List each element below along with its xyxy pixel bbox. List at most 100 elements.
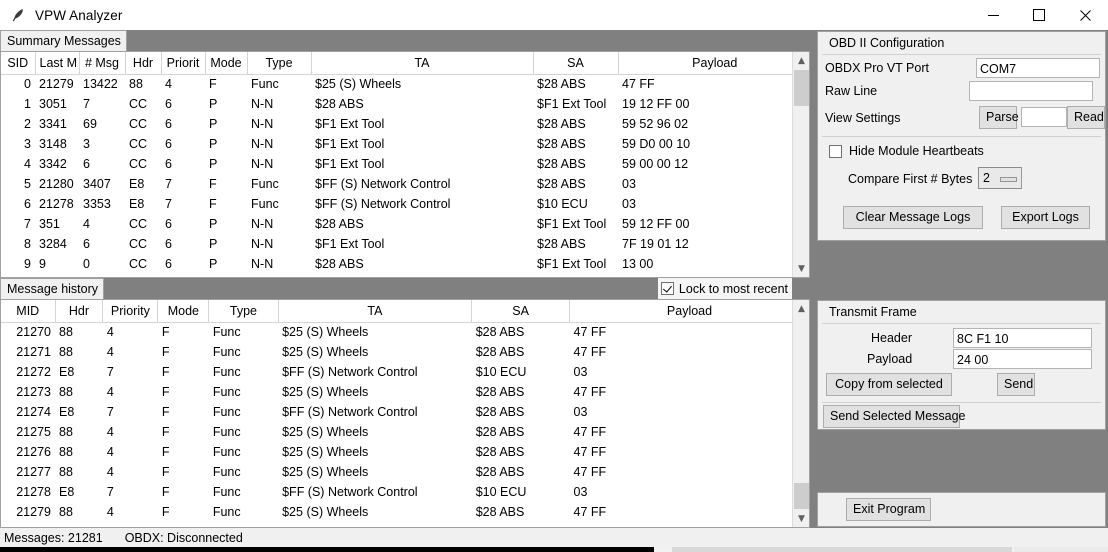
col-sid[interactable]: SID — [1, 52, 36, 75]
tab-summary-messages[interactable]: Summary Messages — [0, 30, 127, 52]
cell-type: N-N — [251, 217, 274, 231]
col-payload[interactable]: Payload — [618, 52, 809, 75]
table-row[interactable]: 9 9 0 CC 6 P N-N $28 ABS $F1 Ext Tool 13 00 — [1, 254, 809, 274]
feather-icon — [10, 7, 26, 23]
compare-bytes-label: Compare First # Bytes — [848, 172, 973, 186]
scroll-thumb[interactable] — [794, 70, 809, 106]
col-ta[interactable]: TA — [278, 300, 473, 323]
tx-payload-input[interactable]: 24 00 — [953, 349, 1092, 369]
cell-msgs: 6 — [83, 237, 90, 251]
table-row[interactable]: 21272 E8 7 F Func $FF (S) Network Control $10 … — [1, 362, 809, 382]
compare-bytes-stepper[interactable]: 2 — [978, 167, 1022, 189]
cell-ta: $F1 Ext Tool — [315, 237, 385, 251]
minimize-icon[interactable] — [970, 0, 1016, 30]
hide-module-heartbeats-checkbox[interactable]: Hide Module Heartbeats — [818, 144, 1105, 158]
history-body: 21270 88 4 F Func $25 (S) Wheels $28 ABS 47 FF 2… — [1, 322, 809, 522]
table-row[interactable]: 5 21280 3407 E8 7 F Func $FF (S) Network Contro… — [1, 174, 809, 194]
cell-ta: $F1 Ext Tool — [315, 117, 385, 131]
scroll-up-icon[interactable]: ▲ — [793, 52, 809, 69]
table-row[interactable]: 21276 88 4 F Func $25 (S) Wheels $28 ABS 47 FF — [1, 442, 809, 462]
col-mode[interactable]: Mode — [205, 52, 248, 75]
col-type[interactable]: Type — [208, 300, 279, 323]
table-row[interactable]: 21275 88 4 F Func $25 (S) Wheels $28 ABS 47 FF — [1, 422, 809, 442]
col-ta[interactable]: TA — [311, 52, 534, 75]
lock-to-most-recent-checkbox[interactable]: Lock to most recent — [657, 278, 792, 299]
cell-priority: 4 — [106, 445, 114, 459]
table-row[interactable]: 8 3284 6 CC 6 P N-N $F1 Ext Tool $28 ABS 7F 19 01… — [1, 234, 809, 254]
clear-message-logs-button[interactable]: Clear Message Logs — [843, 206, 983, 229]
copy-from-selected-button[interactable]: Copy from selected — [826, 373, 952, 396]
taskbar-region-1 — [672, 547, 1012, 552]
col-hdr[interactable]: Hdr — [55, 300, 104, 323]
table-row[interactable]: 4 3342 6 CC 6 P N-N $F1 Ext Tool $28 ABS 59 00 00… — [1, 154, 809, 174]
cell-payload: 47 FF — [573, 345, 607, 359]
cell-payload: 47 FF — [622, 77, 655, 92]
table-row[interactable]: 3 3148 3 CC 6 P N-N $F1 Ext Tool $28 ABS 59 D0 00… — [1, 134, 809, 154]
summary-messages-grid[interactable]: SID Last M # Msg Hdr Priorit Mode Type T… — [0, 51, 810, 278]
cell-mode: F — [161, 485, 170, 499]
col-num-msg[interactable]: # Msg — [79, 52, 126, 75]
col-sa[interactable]: SA — [471, 300, 571, 323]
cell-last: 3148 — [39, 137, 67, 151]
view-settings-input[interactable] — [1021, 107, 1067, 127]
table-row[interactable]: 2 3341 69 CC 6 P N-N $F1 Ext Tool $28 ABS 59 52 9… — [1, 114, 809, 134]
tx-header-input[interactable]: 8C F1 10 — [953, 328, 1092, 348]
cell-mid: 21272 — [16, 365, 51, 379]
cell-type: Func — [251, 197, 279, 211]
exit-program-button[interactable]: Exit Program — [846, 498, 931, 521]
table-row[interactable]: 21277 88 4 F Func $25 (S) Wheels $28 ABS 47 FF — [1, 462, 809, 482]
table-row[interactable]: 21274 E8 7 F Func $FF (S) Network Control $28 … — [1, 402, 809, 422]
cell-payload: 03 — [622, 177, 636, 191]
status-connection: OBDX: Disconnected — [124, 530, 243, 545]
tx-header-label: Header — [871, 331, 912, 345]
message-history-grid[interactable]: MID Hdr Priority Mode Type TA SA Payload… — [0, 299, 810, 528]
cell-mid: 21270 — [16, 325, 51, 340]
tab-message-history[interactable]: Message history — [0, 278, 105, 300]
cell-type: N-N — [251, 237, 274, 251]
col-mid[interactable]: MID — [1, 300, 56, 323]
cell-mode: F — [161, 445, 170, 459]
table-row[interactable]: 7 351 4 CC 6 P N-N $28 ABS $F1 Ext Tool 59 12 FF … — [1, 214, 809, 234]
send-selected-message-button[interactable]: Send Selected Message — [823, 405, 966, 428]
scroll-down-icon[interactable]: ▼ — [793, 260, 809, 277]
col-mode[interactable]: Mode — [157, 300, 210, 323]
table-row[interactable]: 6 21278 3353 E8 7 F Func $FF (S) Network Contro… — [1, 194, 809, 214]
table-row[interactable]: 0 21279 13422 88 4 F Func $25 (S) Wheels $28 ABS… — [1, 74, 809, 94]
history-vertical-scrollbar[interactable]: ▲ ▼ — [792, 300, 809, 527]
scroll-down-icon[interactable]: ▼ — [793, 510, 809, 527]
maximize-icon[interactable] — [1016, 0, 1062, 30]
cell-type: Func — [212, 325, 241, 340]
summary-vertical-scrollbar[interactable]: ▲ ▼ — [792, 52, 809, 277]
stepper-knob-icon[interactable] — [1000, 177, 1017, 182]
parse-button[interactable]: Parse — [979, 106, 1019, 129]
table-row[interactable]: 21271 88 4 F Func $25 (S) Wheels $28 ABS 47 FF — [1, 342, 809, 362]
scroll-up-icon[interactable]: ▲ — [793, 300, 809, 317]
close-icon[interactable] — [1062, 0, 1108, 30]
table-row[interactable]: 21270 88 4 F Func $25 (S) Wheels $28 ABS 47 FF — [1, 322, 809, 342]
read-button[interactable]: Read — [1067, 106, 1105, 129]
cell-priority: 6 — [165, 257, 172, 271]
cell-hdr: 88 — [59, 425, 73, 439]
export-logs-button[interactable]: Export Logs — [1001, 206, 1090, 229]
raw-line-input[interactable] — [969, 81, 1093, 101]
cell-sid: 7 — [24, 217, 31, 231]
col-sa[interactable]: SA — [533, 52, 619, 75]
scroll-thumb[interactable] — [794, 483, 809, 509]
send-button[interactable]: Send — [997, 373, 1035, 396]
cell-ta: $25 (S) Wheels — [282, 345, 369, 359]
port-input[interactable]: COM7 — [976, 58, 1100, 78]
table-row[interactable]: 1 3051 7 CC 6 P N-N $28 ABS $F1 Ext Tool 19 12 FF… — [1, 94, 809, 114]
table-row[interactable]: 21279 88 4 F Func $25 (S) Wheels $28 ABS 47 FF — [1, 502, 809, 522]
cell-sid: 8 — [24, 237, 31, 251]
cell-mode: F — [161, 385, 170, 399]
col-priority[interactable]: Priorit — [161, 52, 206, 75]
col-payload[interactable]: Payload — [569, 300, 809, 323]
table-row[interactable]: 21278 E8 7 F Func $FF (S) Network Control $10 … — [1, 482, 809, 502]
col-type[interactable]: Type — [247, 52, 312, 75]
col-last-msg[interactable]: Last M — [35, 52, 80, 75]
table-row[interactable]: 21273 88 4 F Func $25 (S) Wheels $28 ABS 47 FF — [1, 382, 809, 402]
col-hdr[interactable]: Hdr — [125, 52, 162, 75]
cell-mode: P — [209, 257, 218, 271]
cell-mode: F — [161, 405, 170, 419]
col-priority[interactable]: Priority — [102, 300, 159, 323]
